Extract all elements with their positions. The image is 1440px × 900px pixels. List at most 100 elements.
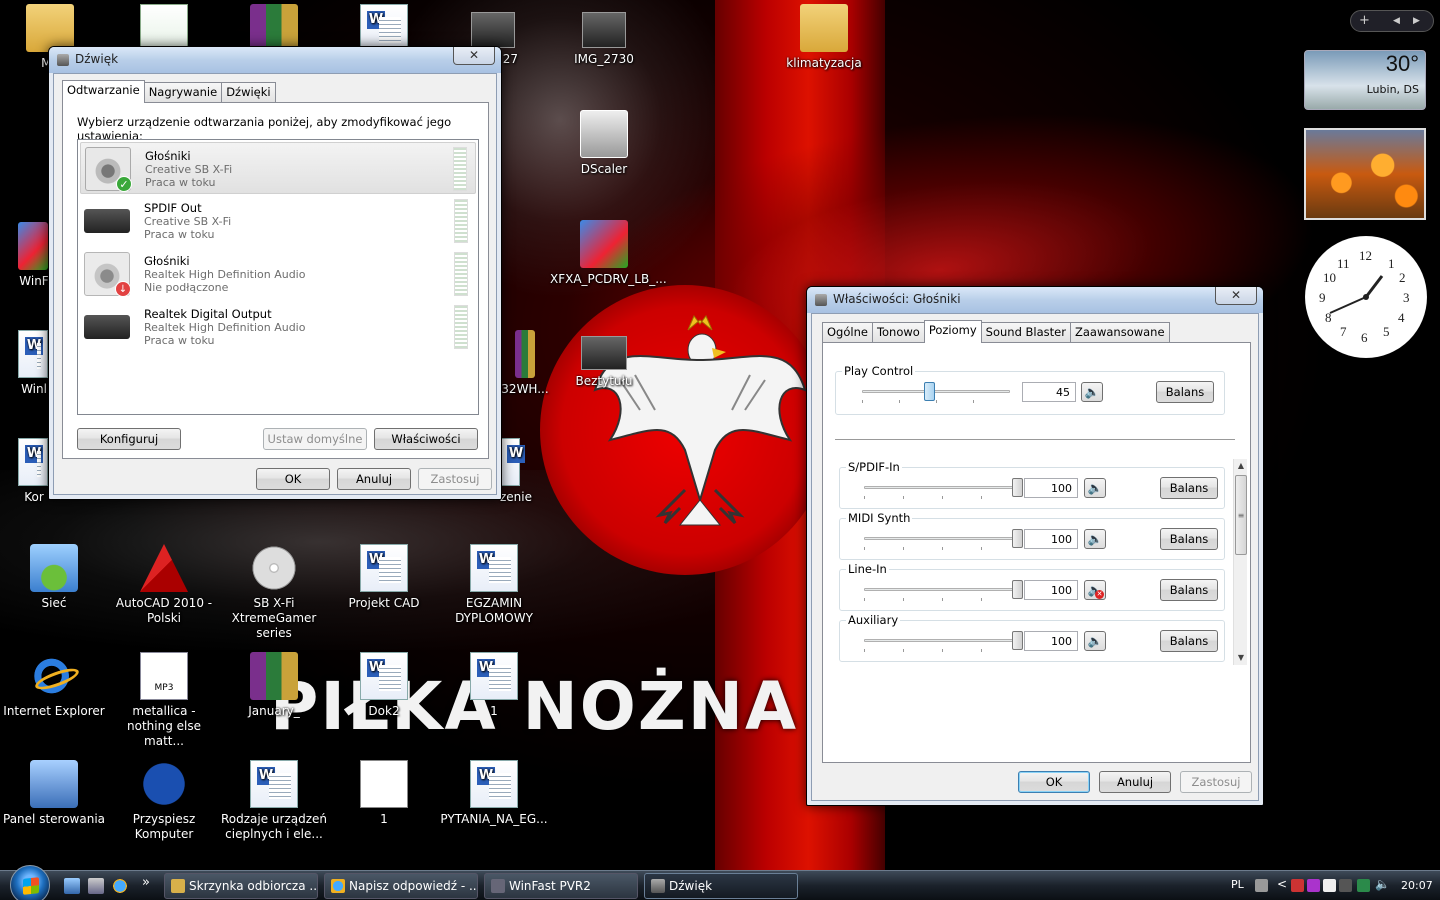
properties-button[interactable]: Właściwości [374,428,478,450]
slider-thumb[interactable] [1012,478,1023,497]
add-gadget-button[interactable]: + [1359,13,1370,28]
clock-gadget[interactable]: 12 1 2 3 4 5 6 7 8 9 10 11 [1305,236,1427,358]
tray-app-icon[interactable] [1339,879,1352,892]
desktop-icon[interactable]: EGZAMIN DYPLOMOWY [440,544,548,626]
scroll-down-arrow-icon[interactable]: ▼ [1234,651,1247,665]
apply-button[interactable]: Zastosuj [1180,771,1252,793]
set-default-button[interactable]: Ustaw domyślne [263,428,367,450]
tab-sounds[interactable]: Dźwięki [221,82,276,102]
tray-app-icon[interactable] [1291,879,1304,892]
balance-button[interactable]: Balans [1160,579,1218,601]
play-control-slider[interactable] [862,380,1010,404]
weather-gadget[interactable]: 30° Lubin, DS [1304,50,1426,110]
ok-button[interactable]: OK [1018,771,1090,793]
properties-titlebar[interactable]: Właściwości: Głośniki ✕ [807,287,1263,313]
slideshow-gadget[interactable] [1304,128,1426,220]
desktop-icon[interactable]: 1 [330,760,438,827]
device-item[interactable]: ✓ Głośniki Creative SB X-Fi Praca w toku [80,142,476,194]
volume-value-field[interactable]: 100 [1024,529,1078,549]
desktop-icon[interactable]: SB X-Fi XtremeGamer series [220,544,328,641]
vertical-scrollbar[interactable]: ▲ ≡ ▼ [1233,459,1247,665]
tab-tone[interactable]: Tonowo [871,322,925,342]
tab-sound-blaster[interactable]: Sound Blaster [980,322,1071,342]
desktop-icon[interactable]: klimatyzacja [770,4,878,71]
desktop-icon[interactable]: IMG_2730 [550,12,658,67]
balance-button[interactable]: Balans [1156,381,1214,403]
tab-general[interactable]: Ogólne [822,322,873,342]
balance-button[interactable]: Balans [1160,528,1218,550]
desktop-icon[interactable]: January_ [220,652,328,719]
show-hidden-icons-icon[interactable]: < [1277,877,1287,891]
show-desktop-icon[interactable] [64,878,80,894]
quicklaunch-more-icon[interactable]: » [142,875,150,890]
desktop-icon[interactable]: Dok2 [330,652,438,719]
clock-time[interactable]: 20:07 [1401,879,1433,892]
cancel-button[interactable]: Anuluj [1099,771,1171,793]
close-button[interactable]: ✕ [1215,287,1257,305]
taskbar-button[interactable]: WinFast PVR2 [484,873,638,899]
desktop-icon[interactable]: Rodzaje urządzeń cieplnych i ele... [220,760,328,842]
desktop-icon[interactable]: Internet Explorer [0,652,108,719]
volume-value-field[interactable]: 100 [1024,478,1078,498]
desktop-icon[interactable]: 1 [440,652,548,719]
speaker-muted-button[interactable]: 🔈 ✕ [1084,580,1106,600]
desktop-icon[interactable]: zenie [500,438,550,505]
channel-slider[interactable] [864,629,1023,653]
desktop-icon[interactable]: Sieć [0,544,108,611]
speaker-mute-button[interactable]: 🔈 [1084,529,1106,549]
ok-button[interactable]: OK [256,468,330,490]
tab-playback[interactable]: Odtwarzanie [62,80,145,103]
desktop-icon[interactable]: Panel sterowania [0,760,108,827]
speaker-mute-button[interactable]: 🔈 [1084,478,1106,498]
tab-levels[interactable]: Poziomy [923,320,982,343]
device-item[interactable]: ↓ Głośniki Realtek High Definition Audio… [80,248,476,300]
start-button[interactable] [10,865,50,900]
desktop-icon[interactable]: Projekt CAD [330,544,438,611]
keyboard-icon[interactable] [1255,879,1268,892]
tab-advanced[interactable]: Zaawansowane [1069,322,1170,342]
slider-thumb[interactable] [1012,529,1023,548]
close-button[interactable]: ✕ [453,47,495,65]
balance-button[interactable]: Balans [1160,630,1218,652]
volume-value-field[interactable]: 45 [1022,382,1076,402]
desktop-icon[interactable]: DScaler [550,110,658,177]
slider-thumb[interactable] [924,382,935,401]
desktop-icon[interactable]: 32WH... [500,330,550,397]
volume-value-field[interactable]: 100 [1024,631,1078,651]
device-item[interactable]: SPDIF Out Creative SB X-Fi Praca w toku [80,195,476,247]
desktop-icon[interactable]: PYTANIA_NA_EG... [440,760,548,827]
slider-thumb[interactable] [1012,631,1023,650]
channel-slider[interactable] [864,527,1023,551]
speaker-mute-button[interactable]: 🔈 [1081,382,1103,402]
cancel-button[interactable]: Anuluj [337,468,411,490]
desktop-icon[interactable]: Przyspiesz Komputer [110,760,218,842]
internet-explorer-icon[interactable] [112,878,128,894]
desktop-icon[interactable]: metallica - nothing else matt... [110,652,218,749]
device-list[interactable]: ✓ Głośniki Creative SB X-Fi Praca w toku… [77,139,479,415]
channel-slider[interactable] [864,476,1023,500]
desktop-icon[interactable]: AutoCAD 2010 - Polski [110,544,218,626]
tab-recording[interactable]: Nagrywanie [143,82,223,102]
slider-thumb[interactable] [1012,580,1023,599]
taskbar-button[interactable]: Dźwięk [644,873,798,899]
apply-button[interactable]: Zastosuj [418,468,492,490]
language-indicator[interactable]: PL [1231,878,1244,891]
speaker-mute-button[interactable]: 🔈 [1084,631,1106,651]
configure-button[interactable]: Konfiguruj [77,428,181,450]
sound-dialog-titlebar[interactable]: Dźwięk ✕ [49,47,501,73]
scroll-thumb[interactable]: ≡ [1235,475,1247,555]
taskbar-button[interactable]: Skrzynka odbiorcza ... [164,873,318,899]
volume-icon[interactable]: 🔈 [1375,877,1390,891]
balance-button[interactable]: Balans [1160,477,1218,499]
taskbar-button[interactable]: Napisz odpowiedź - ... [324,873,478,899]
tray-app-icon[interactable] [1307,879,1320,892]
gadget-prev-button[interactable]: ◀ [1393,16,1400,26]
scroll-up-arrow-icon[interactable]: ▲ [1234,459,1247,473]
gadget-next-button[interactable]: ▶ [1413,16,1420,26]
desktop-icon[interactable]: XFXA_PCDRV_LB_... [550,220,667,287]
desktop-icon[interactable]: Beztytułu [550,336,658,389]
network-icon[interactable] [1357,879,1370,892]
channel-slider[interactable] [864,578,1023,602]
device-item[interactable]: Realtek Digital Output Realtek High Defi… [80,301,476,353]
volume-value-field[interactable]: 100 [1024,580,1078,600]
